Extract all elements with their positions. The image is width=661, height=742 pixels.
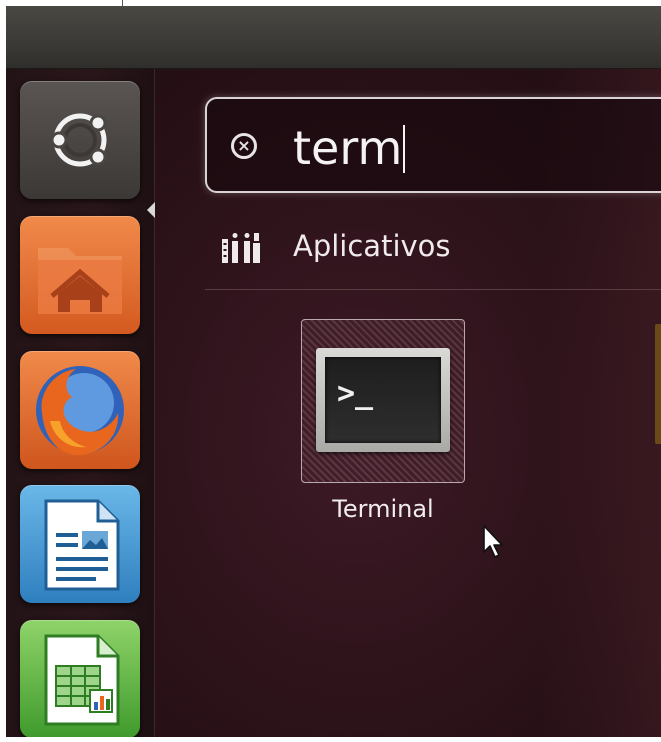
ubuntu-logo-icon xyxy=(50,113,107,167)
launcher-item-dash[interactable] xyxy=(20,81,140,199)
clear-search-icon[interactable]: × xyxy=(231,133,257,159)
category-label: Aplicativos xyxy=(293,229,451,263)
calc-spreadsheet-icon xyxy=(44,634,120,726)
dash-panel: × term Aplicativos >_ Terminal xyxy=(155,69,661,737)
top-panel xyxy=(6,6,661,69)
launcher-item-writer[interactable] xyxy=(20,485,140,603)
text-caret xyxy=(403,125,406,173)
writer-document-icon xyxy=(44,499,120,591)
mouse-pointer-icon xyxy=(483,525,503,558)
home-folder-icon xyxy=(38,248,122,314)
partial-result-tile xyxy=(655,324,661,444)
result-terminal[interactable]: >_ xyxy=(301,319,465,483)
launcher-item-home-folder[interactable] xyxy=(20,216,140,334)
active-indicator-arrow xyxy=(147,202,155,218)
desktop-frame: × term Aplicativos >_ Terminal xyxy=(6,6,661,737)
firefox-icon xyxy=(36,366,124,455)
terminal-screen: >_ xyxy=(325,357,441,443)
search-box[interactable]: × term xyxy=(205,97,661,193)
terminal-icon: >_ xyxy=(316,348,450,452)
launcher-item-firefox[interactable] xyxy=(20,351,140,469)
launcher xyxy=(6,69,155,737)
search-input[interactable]: term xyxy=(293,119,406,177)
applications-category-icon xyxy=(222,233,260,263)
launcher-item-calc[interactable] xyxy=(20,620,140,737)
search-query: term xyxy=(293,121,403,175)
result-label-terminal[interactable]: Terminal xyxy=(301,494,465,524)
terminal-prompt: >_ xyxy=(337,376,374,411)
category-separator xyxy=(205,289,661,290)
